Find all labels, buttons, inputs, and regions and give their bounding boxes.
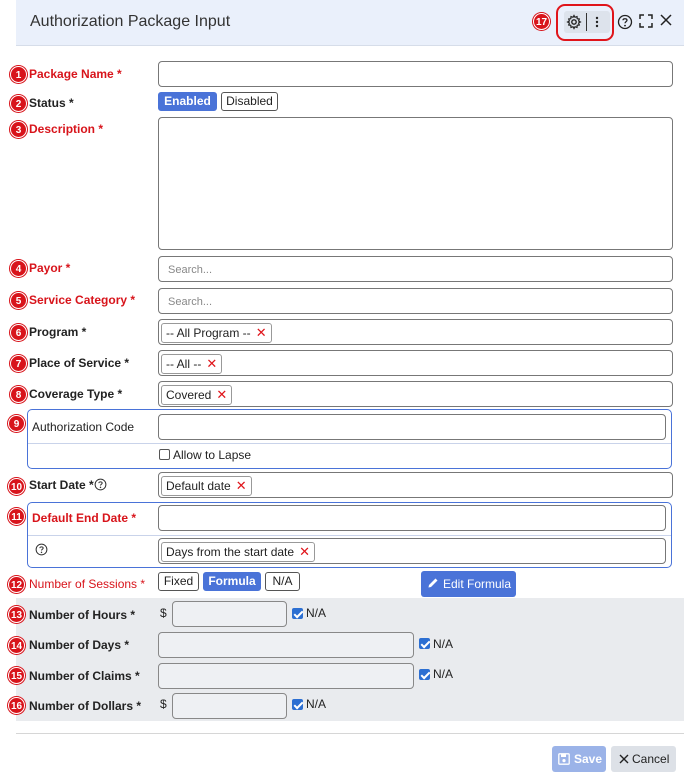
callout-badge: 9 bbox=[8, 415, 25, 432]
close-icon[interactable] bbox=[660, 14, 672, 26]
service-category-label: Service Category * bbox=[29, 293, 136, 307]
coverage-type-select[interactable]: Covered ✕ bbox=[158, 381, 673, 407]
number-of-claims-input[interactable] bbox=[158, 663, 414, 689]
kebab-menu-icon[interactable] bbox=[593, 14, 601, 30]
remove-tag-icon[interactable]: ✕ bbox=[236, 478, 247, 493]
dialog-title: Authorization Package Input bbox=[30, 13, 231, 30]
number-of-sessions-label: Number of Sessions * bbox=[29, 577, 146, 591]
payor-label: Payor * bbox=[29, 261, 71, 275]
remove-tag-icon[interactable]: ✕ bbox=[206, 356, 217, 371]
cancel-button[interactable]: Cancel bbox=[611, 746, 676, 772]
callout-badge-17: 17 bbox=[533, 13, 550, 30]
sessions-na-toggle[interactable]: N/A bbox=[265, 572, 300, 591]
allow-to-lapse-label: Allow to Lapse bbox=[173, 448, 252, 462]
package-name-label: Package Name * bbox=[29, 67, 122, 81]
question-help-icon[interactable] bbox=[35, 543, 48, 556]
callout-badge: 1 bbox=[10, 66, 27, 83]
expand-icon[interactable] bbox=[639, 14, 653, 28]
sessions-formula-toggle[interactable]: Formula bbox=[203, 572, 261, 591]
dollars-na-checkbox[interactable] bbox=[292, 699, 303, 710]
service-category-search-input[interactable]: Search... bbox=[158, 288, 673, 314]
callout-badge: 2 bbox=[10, 95, 27, 112]
currency-prefix: $ bbox=[160, 697, 167, 711]
callout-badge: 14 bbox=[8, 637, 25, 654]
close-icon bbox=[619, 754, 629, 764]
callout-badge: 6 bbox=[10, 324, 27, 341]
remove-tag-icon[interactable]: ✕ bbox=[256, 325, 267, 340]
start-date-label: Start Date * bbox=[29, 478, 94, 492]
currency-prefix: $ bbox=[160, 606, 167, 620]
header-separator bbox=[586, 13, 587, 31]
callout-badge: 10 bbox=[8, 478, 25, 495]
coverage-type-label: Coverage Type * bbox=[29, 387, 123, 401]
number-of-hours-label: Number of Hours * bbox=[29, 608, 136, 622]
header-actions-highlight bbox=[556, 4, 614, 41]
claims-na-checkbox[interactable] bbox=[419, 669, 430, 680]
help-icon[interactable] bbox=[617, 14, 633, 30]
package-name-input[interactable] bbox=[158, 61, 673, 87]
place-of-service-select[interactable]: -- All -- ✕ bbox=[158, 350, 673, 376]
days-na-label: N/A bbox=[433, 637, 454, 651]
pencil-icon bbox=[428, 578, 438, 588]
hours-na-checkbox[interactable] bbox=[292, 608, 303, 619]
description-label: Description * bbox=[29, 122, 104, 136]
program-label: Program * bbox=[29, 325, 87, 339]
callout-badge: 7 bbox=[10, 355, 27, 372]
save-button[interactable]: Save bbox=[552, 746, 606, 772]
hours-na-label: N/A bbox=[306, 606, 327, 620]
dollars-na-label: N/A bbox=[306, 697, 327, 711]
number-of-dollars-label: Number of Dollars * bbox=[29, 699, 142, 713]
status-label: Status * bbox=[29, 96, 74, 110]
footer-divider bbox=[16, 733, 684, 734]
end-date-mode-tag: Days from the start date ✕ bbox=[161, 542, 315, 562]
place-of-service-label: Place of Service * bbox=[29, 356, 130, 370]
gear-icon[interactable] bbox=[566, 14, 582, 30]
callout-badge: 3 bbox=[10, 121, 27, 138]
allow-to-lapse-checkbox[interactable] bbox=[159, 449, 170, 460]
number-of-days-label: Number of Days * bbox=[29, 638, 130, 652]
description-textarea[interactable] bbox=[158, 117, 673, 250]
remove-tag-icon[interactable]: ✕ bbox=[216, 387, 227, 402]
callout-badge: 4 bbox=[10, 260, 27, 277]
program-tag: -- All Program -- ✕ bbox=[161, 323, 272, 343]
start-date-tag: Default date ✕ bbox=[161, 476, 252, 496]
service-category-placeholder: Search... bbox=[168, 296, 213, 308]
payor-placeholder: Search... bbox=[168, 264, 213, 276]
payor-search-input[interactable]: Search... bbox=[158, 256, 673, 282]
default-end-date-label: Default End Date * bbox=[32, 511, 137, 525]
number-of-days-input[interactable] bbox=[158, 632, 414, 658]
status-enabled-toggle[interactable]: Enabled bbox=[158, 92, 217, 111]
status-disabled-toggle[interactable]: Disabled bbox=[221, 92, 278, 111]
callout-badge: 12 bbox=[8, 576, 25, 593]
floppy-disk-icon bbox=[558, 753, 570, 765]
authorization-code-label: Authorization Code bbox=[32, 420, 135, 434]
authorization-code-input[interactable] bbox=[158, 414, 666, 440]
callout-badge: 13 bbox=[8, 606, 25, 623]
callout-badge: 16 bbox=[8, 697, 25, 714]
number-of-hours-input[interactable] bbox=[172, 601, 287, 627]
days-from-start-select[interactable]: Days from the start date ✕ bbox=[158, 538, 666, 564]
callout-badge: 5 bbox=[10, 292, 27, 309]
start-date-select[interactable]: Default date ✕ bbox=[158, 472, 673, 498]
program-select[interactable]: -- All Program -- ✕ bbox=[158, 319, 673, 345]
days-na-checkbox[interactable] bbox=[419, 638, 430, 649]
remove-tag-icon[interactable]: ✕ bbox=[299, 544, 310, 559]
group-divider bbox=[28, 535, 671, 536]
claims-na-label: N/A bbox=[433, 667, 454, 681]
edit-formula-button[interactable]: Edit Formula bbox=[421, 571, 516, 597]
place-of-service-tag: -- All -- ✕ bbox=[161, 354, 223, 374]
number-of-dollars-input[interactable] bbox=[172, 693, 287, 719]
number-of-claims-label: Number of Claims * bbox=[29, 669, 140, 683]
sessions-fixed-toggle[interactable]: Fixed bbox=[158, 572, 199, 591]
group-divider bbox=[28, 443, 671, 444]
callout-badge: 15 bbox=[8, 667, 25, 684]
default-end-date-input[interactable] bbox=[158, 505, 666, 531]
callout-badge: 11 bbox=[8, 508, 25, 525]
coverage-type-tag: Covered ✕ bbox=[161, 385, 233, 405]
callout-badge: 8 bbox=[10, 386, 27, 403]
question-help-icon[interactable] bbox=[94, 478, 107, 491]
